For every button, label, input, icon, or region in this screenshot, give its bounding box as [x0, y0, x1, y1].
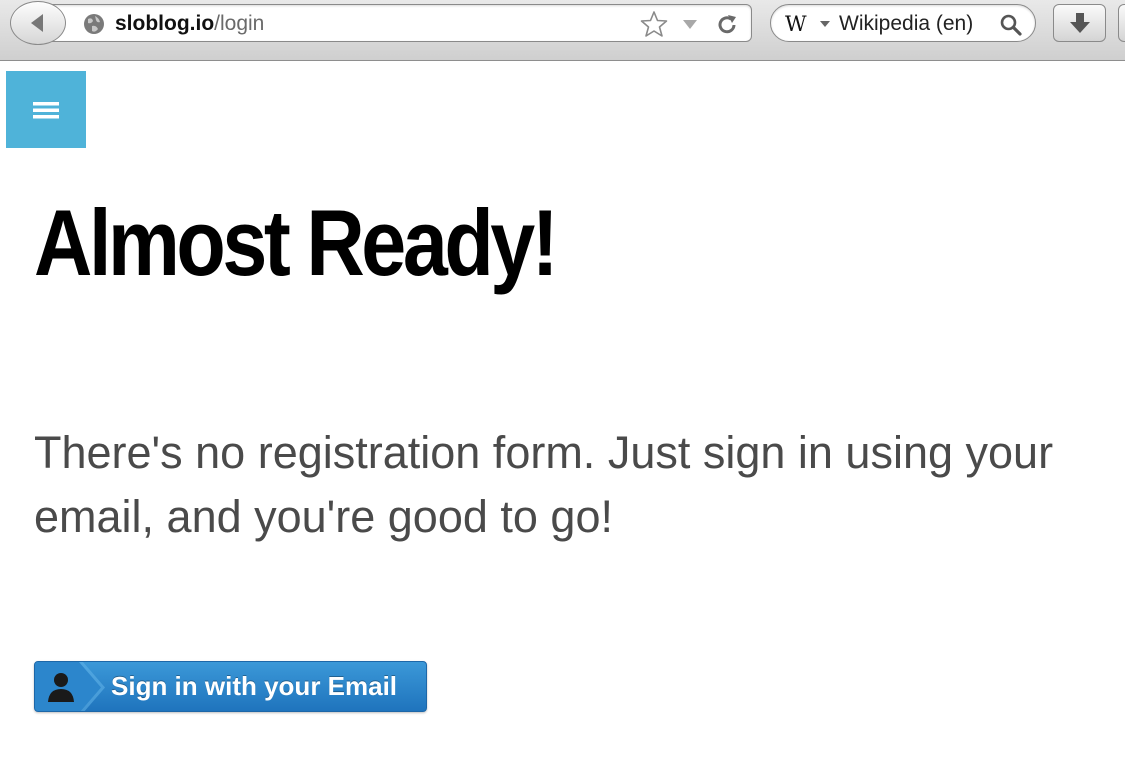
intro-text: There's no registration form. Just sign …	[34, 427, 1054, 542]
url-text: sloblog.io/login	[115, 13, 264, 35]
hamburger-icon	[33, 101, 59, 118]
search-engine-dropdown-icon[interactable]	[819, 20, 831, 28]
star-icon[interactable]	[639, 10, 669, 38]
user-silhouette-icon	[35, 662, 105, 711]
history-dropdown-icon[interactable]	[681, 18, 699, 30]
wikipedia-icon[interactable]: W	[785, 12, 807, 36]
url-path: /login	[214, 12, 265, 35]
search-engine-name: Wikipedia (en)	[839, 12, 974, 35]
url-domain: sloblog.io	[115, 12, 215, 35]
globe-icon	[84, 14, 104, 34]
toolbar-overflow-button[interactable]	[1118, 4, 1125, 42]
browser-toolbar: sloblog.io/login W Wikipedia (en)	[0, 0, 1125, 61]
downloads-button[interactable]	[1053, 4, 1106, 42]
page-title: Almost Ready!	[34, 190, 559, 295]
download-arrow-icon	[1069, 13, 1090, 33]
reload-icon[interactable]	[715, 13, 739, 37]
sign-in-email-button[interactable]: Sign in with your Email	[34, 661, 427, 712]
menu-button[interactable]	[6, 71, 86, 148]
magnifier-icon[interactable]	[999, 13, 1023, 37]
sign-in-button-label: Sign in with your Email	[111, 671, 398, 701]
back-button[interactable]	[10, 1, 66, 45]
address-bar[interactable]: sloblog.io/login	[52, 4, 752, 42]
search-bar[interactable]: W Wikipedia (en)	[770, 4, 1036, 42]
back-arrow-icon	[31, 14, 43, 32]
